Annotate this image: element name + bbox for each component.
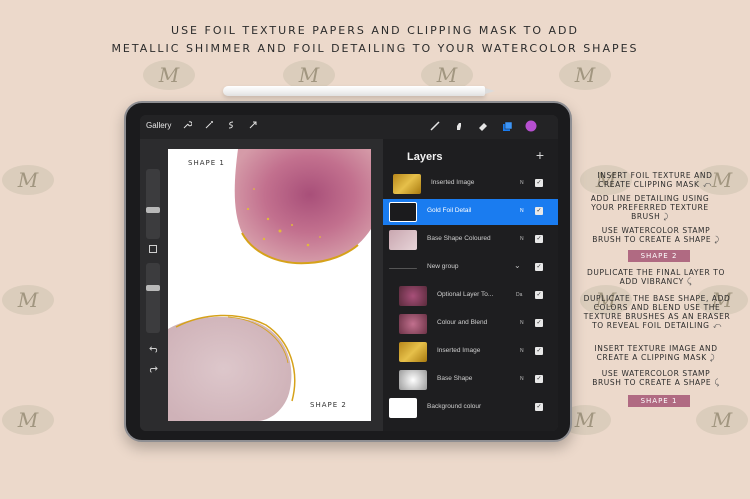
layer-name: Inserted Image: [437, 347, 481, 354]
selection-icon[interactable]: [224, 120, 238, 134]
left-sidebar: [140, 139, 166, 431]
background-layer-row[interactable]: Background colour ✓: [383, 395, 558, 421]
watermark-logo: M: [2, 405, 54, 435]
tablet-device: Gallery SHAPE 1 SHAPE 2 Layers + Inserte…: [124, 101, 572, 442]
modify-square-button[interactable]: [146, 243, 160, 257]
layer-visibility-checkbox[interactable]: ✓: [535, 375, 543, 383]
chevron-down-icon[interactable]: ⌄: [514, 261, 521, 270]
layer-blend-mode[interactable]: N: [520, 236, 524, 242]
layer-thumbnail: [399, 370, 427, 390]
layer-row[interactable]: Base Shape N ✓: [383, 367, 558, 393]
layer-row[interactable]: Inserted Image N ✓: [383, 339, 558, 365]
layers-title: Layers: [407, 151, 443, 163]
layer-group-row[interactable]: New group ⌄ ✓: [383, 255, 558, 281]
layer-thumbnail: [389, 230, 417, 250]
layer-name: Base Shape: [437, 375, 473, 382]
watermark-logo: M: [696, 405, 748, 435]
brush-size-knob[interactable]: [146, 207, 160, 213]
layer-blend-mode[interactable]: Da: [516, 292, 522, 298]
add-layer-button[interactable]: +: [536, 147, 544, 163]
annotation-foil-texture: INSERT FOIL TEXTURE AND CREATE CLIPPING …: [597, 171, 713, 189]
brush-size-slider[interactable]: [146, 169, 160, 239]
watermark-logo: M: [559, 60, 611, 90]
shape-1-badge: SHAPE 1: [628, 395, 690, 407]
layer-visibility-checkbox[interactable]: ✓: [535, 207, 543, 215]
artwork-illustration: [168, 149, 371, 421]
layer-visibility-checkbox[interactable]: ✓: [535, 235, 543, 243]
layer-blend-mode[interactable]: N: [520, 208, 524, 214]
canvas-label-shape-1: SHAPE 1: [188, 159, 225, 167]
canvas-label-shape-2: SHAPE 2: [310, 401, 347, 409]
watermark-logo: M: [143, 60, 195, 90]
color-swatch-icon[interactable]: [524, 120, 538, 134]
layers-panel: Layers + Inserted Image N ✓ Gold Foil De…: [383, 139, 558, 431]
layer-blend-mode[interactable]: N: [520, 376, 524, 382]
layer-name: New group: [427, 263, 459, 270]
magic-wand-icon[interactable]: [202, 120, 216, 134]
layer-row[interactable]: Colour and Blend N ✓: [383, 311, 558, 337]
undo-icon[interactable]: [146, 343, 160, 357]
eraser-icon[interactable]: [476, 120, 490, 134]
layer-row-selected[interactable]: Gold Foil Detail N ✓: [383, 199, 558, 225]
redo-icon[interactable]: [146, 363, 160, 377]
annotation-stamp-brush-shape-2: USE WATERCOLOR STAMP BRUSH TO CREATE A S…: [592, 226, 720, 244]
drawing-canvas[interactable]: SHAPE 1 SHAPE 2: [168, 149, 371, 421]
layer-name: Gold Foil Detail: [427, 207, 472, 214]
layer-thumbnail: [399, 342, 427, 362]
layer-thumbnail: [389, 398, 417, 418]
layer-blend-mode[interactable]: N: [520, 320, 524, 326]
layer-name: Base Shape Coloured: [427, 235, 491, 242]
layer-name: Background colour: [427, 403, 482, 410]
watermark-logo: M: [2, 285, 54, 315]
layer-visibility-checkbox[interactable]: ✓: [535, 263, 543, 271]
layer-visibility-checkbox[interactable]: ✓: [535, 179, 543, 187]
smudge-icon[interactable]: [452, 120, 466, 134]
headline: USE FOIL TEXTURE PAPERS AND CLIPPING MAS…: [0, 22, 750, 58]
top-toolbar: Gallery: [140, 115, 558, 139]
annotation-duplicate-layer: DUPLICATE THE FINAL LAYER TO ADD VIBRANC…: [587, 268, 725, 286]
watermark-logo: M: [2, 165, 54, 195]
stylus-pencil: [223, 86, 495, 96]
opacity-knob[interactable]: [146, 285, 160, 291]
layer-name: Colour and Blend: [437, 319, 488, 326]
layer-thumbnail: [399, 286, 427, 306]
headline-line-1: USE FOIL TEXTURE PAPERS AND CLIPPING MAS…: [171, 24, 579, 37]
annotation-line-detailing: ADD LINE DETAILING USING YOUR PREFERRED …: [590, 194, 710, 221]
layer-visibility-checkbox[interactable]: ✓: [535, 291, 543, 299]
layer-visibility-checkbox[interactable]: ✓: [535, 319, 543, 327]
opacity-slider[interactable]: [146, 263, 160, 333]
tablet-screen: Gallery SHAPE 1 SHAPE 2 Layers + Inserte…: [140, 115, 558, 431]
layer-row[interactable]: Optional Layer To... Da ✓: [383, 283, 558, 309]
gallery-button[interactable]: Gallery: [146, 121, 171, 130]
layer-thumbnail: [399, 314, 427, 334]
layer-name: Optional Layer To...: [437, 291, 494, 298]
transform-arrow-icon[interactable]: [246, 120, 260, 134]
layer-blend-mode[interactable]: N: [520, 180, 524, 186]
brush-icon[interactable]: [428, 120, 442, 134]
headline-line-2: METALLIC SHIMMER AND FOIL DETAILING TO Y…: [111, 42, 639, 55]
layer-thumbnail: [389, 202, 417, 222]
shape-2-badge: SHAPE 2: [628, 250, 690, 262]
annotation-duplicate-base: DUPLICATE THE BASE SHAPE, ADD COLORS AND…: [583, 294, 731, 330]
wrench-icon[interactable]: [180, 120, 194, 134]
annotation-texture-clipping: INSERT TEXTURE IMAGE AND CREATE A CLIPPI…: [594, 344, 718, 362]
layer-visibility-checkbox[interactable]: ✓: [535, 403, 543, 411]
layer-thumbnail: [393, 174, 421, 194]
group-thumbnail: [389, 268, 417, 269]
layer-name: Inserted Image: [431, 179, 475, 186]
layer-row[interactable]: Inserted Image N ✓: [383, 171, 558, 197]
layer-visibility-checkbox[interactable]: ✓: [535, 347, 543, 355]
annotation-stamp-brush-shape-1: USE WATERCOLOR STAMP BRUSH TO CREATE A S…: [592, 369, 720, 387]
layer-blend-mode[interactable]: N: [520, 348, 524, 354]
layer-row[interactable]: Base Shape Coloured N ✓: [383, 227, 558, 253]
layers-icon[interactable]: [500, 120, 514, 134]
